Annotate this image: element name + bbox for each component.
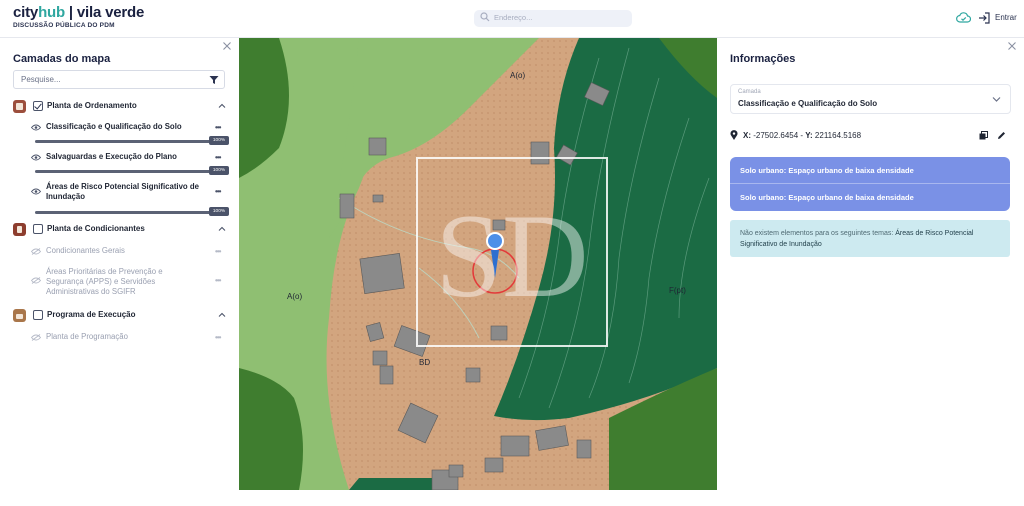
group-checkbox-ordenamento[interactable]	[33, 101, 43, 111]
chevron-down-icon[interactable]	[992, 96, 1001, 103]
coord-y-value: 221164.5168	[814, 131, 862, 140]
opacity-value: 100%	[209, 207, 229, 216]
info-panel-title: Informações	[730, 53, 796, 65]
map-layers: SD	[239, 38, 717, 490]
eye-icon[interactable]	[31, 188, 41, 195]
map-group-icon	[13, 309, 26, 322]
map-group-icon	[13, 100, 26, 113]
layer-item-condicionantes-gerais[interactable]: Condicionantes Gerais •••	[31, 246, 227, 258]
result-item[interactable]: Solo urbano: Espaço urbano de baixa dens…	[740, 193, 914, 202]
eye-off-icon[interactable]	[31, 277, 41, 284]
no-elements-notice: Não existem elementos para os seguintes …	[730, 220, 1010, 257]
opacity-slider-risco-inundacao[interactable]: 100%	[35, 207, 229, 216]
search-placeholder: Endereço...	[494, 13, 533, 22]
notice-text: Não existem elementos para os seguintes …	[740, 230, 896, 237]
result-divider	[730, 183, 1010, 184]
coord-x-value: -27502.6454	[753, 131, 799, 140]
chevron-up-icon[interactable]	[218, 311, 226, 319]
layer-item-salvaguardas[interactable]: Salvaguardas e Execução do Plano •••	[31, 152, 227, 172]
address-search-input[interactable]: Endereço...	[474, 10, 632, 27]
layer-label-condicionantes-gerais: Condicionantes Gerais	[46, 246, 125, 255]
layer-label-classificacao: Classificação e Qualificação do Solo	[46, 122, 182, 131]
app-header: cityhub | vila verde DISCUSSÃO PÚBLICA D…	[0, 0, 1024, 38]
more-options-icon[interactable]: •••	[215, 187, 221, 196]
layer-label-apps: Áreas Prioritárias de Prevenção e Segura…	[46, 267, 163, 296]
cloud-check-icon[interactable]	[956, 11, 971, 24]
chevron-up-icon[interactable]	[218, 102, 226, 110]
map-label-ao-left: A(o)	[287, 292, 303, 301]
filter-icon[interactable]	[209, 75, 219, 85]
opacity-slider-classificacao[interactable]: 100%	[35, 136, 229, 145]
layer-item-programacao[interactable]: Planta de Programação •••	[31, 332, 227, 344]
layer-label-salvaguardas: Salvaguardas e Execução do Plano	[46, 152, 177, 161]
layers-panel: Camadas do mapa Pesquise... Planta de Or…	[0, 38, 239, 506]
coord-y-label: Y:	[805, 131, 813, 140]
layer-label-risco-inundacao: Áreas de Risco Potencial Significativo d…	[46, 182, 199, 201]
map-label-fpt: F(pt)	[669, 286, 686, 295]
eye-off-icon[interactable]	[31, 248, 41, 255]
eye-icon[interactable]	[31, 154, 41, 161]
group-checkbox-execucao[interactable]	[33, 310, 43, 320]
map-canvas[interactable]: SD A(o) A(o) F(pt) BD	[239, 38, 717, 490]
map-group-icon	[13, 223, 26, 236]
more-options-icon[interactable]: •••	[215, 153, 221, 162]
layer-select[interactable]: Camada Classificação e Qualificação do S…	[730, 84, 1011, 114]
brand-hub: hub	[38, 4, 65, 21]
layer-item-risco-inundacao[interactable]: Áreas de Risco Potencial Significativo d…	[31, 182, 227, 210]
layer-search-input[interactable]: Pesquise...	[13, 70, 225, 89]
brand-subtitle: DISCUSSÃO PÚBLICA DO PDM	[13, 22, 115, 29]
layer-search-placeholder: Pesquise...	[21, 75, 61, 84]
more-options-icon[interactable]: •••	[215, 333, 221, 342]
layer-item-apps[interactable]: Áreas Prioritárias de Prevenção e Segura…	[31, 267, 227, 299]
more-options-icon[interactable]: •••	[215, 247, 221, 256]
eye-off-icon[interactable]	[31, 334, 41, 341]
map-label-bd: BD	[419, 358, 431, 367]
layers-panel-title: Camadas do mapa	[13, 53, 111, 65]
results-list: Solo urbano: Espaço urbano de baixa dens…	[730, 157, 1010, 211]
layer-select-caption: Camada	[738, 89, 761, 95]
result-item[interactable]: Solo urbano: Espaço urbano de baixa dens…	[740, 166, 914, 175]
group-label-ordenamento: Planta de Ordenamento	[47, 101, 137, 110]
group-label-execucao: Programa de Execução	[47, 310, 136, 319]
close-icon[interactable]	[1007, 41, 1017, 51]
opacity-slider-salvaguardas[interactable]: 100%	[35, 166, 229, 175]
layer-group-ordenamento[interactable]: Planta de Ordenamento	[13, 100, 227, 114]
brand-city: city	[13, 4, 39, 21]
coord-x-label: X:	[743, 131, 751, 140]
more-options-icon[interactable]: •••	[215, 276, 221, 285]
brand-logo[interactable]: cityhub | vila verde	[13, 4, 144, 21]
brand-separator: |	[64, 4, 77, 21]
login-icon[interactable]	[978, 12, 990, 24]
login-button[interactable]: Entrar	[995, 13, 1017, 22]
eye-icon[interactable]	[31, 124, 41, 131]
chevron-up-icon[interactable]	[218, 225, 226, 233]
info-panel: Informações Camada Classificação e Quali…	[717, 38, 1024, 506]
brand-place: vila verde	[76, 4, 145, 21]
search-icon	[480, 12, 490, 22]
edit-icon[interactable]	[997, 131, 1006, 140]
map-pin-icon	[730, 130, 738, 140]
opacity-value: 100%	[209, 136, 229, 145]
more-options-icon[interactable]: •••	[215, 123, 221, 132]
group-checkbox-condicionantes[interactable]	[33, 224, 43, 234]
layer-group-condicionantes[interactable]: Planta de Condicionantes	[13, 223, 227, 237]
watermark-logo: SD	[435, 189, 588, 322]
layer-select-value: Classificação e Qualificação do Solo	[738, 99, 878, 108]
layer-group-execucao[interactable]: Programa de Execução	[13, 309, 227, 323]
layer-label-programacao: Planta de Programação	[46, 332, 128, 341]
group-label-condicionantes: Planta de Condicionantes	[47, 224, 145, 233]
opacity-value: 100%	[209, 166, 229, 175]
close-icon[interactable]	[222, 41, 232, 51]
map-label-ao-top: A(o)	[510, 71, 526, 80]
copy-icon[interactable]	[979, 131, 988, 140]
layer-item-classificacao[interactable]: Classificação e Qualificação do Solo •••	[31, 122, 227, 142]
